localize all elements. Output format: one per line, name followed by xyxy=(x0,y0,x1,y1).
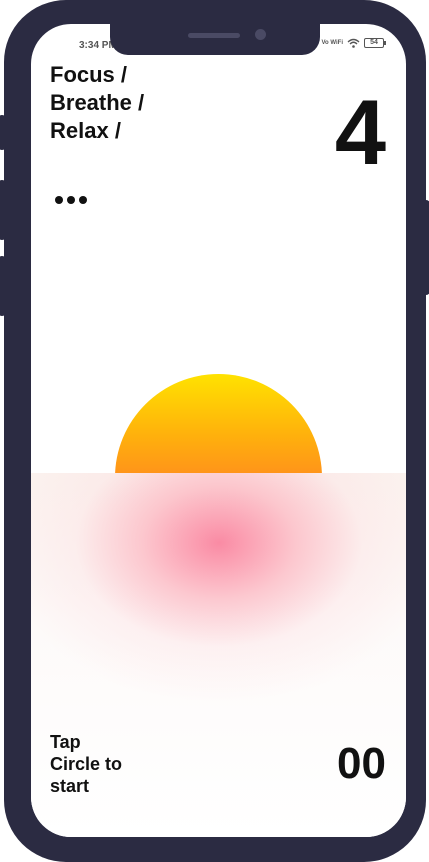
breath-count: 4 xyxy=(334,82,386,184)
title-relax[interactable]: Relax / xyxy=(50,118,121,144)
status-icons: Vo WiFi 54 xyxy=(321,38,386,48)
battery-icon: 54 xyxy=(364,38,386,48)
session-timer: 00 xyxy=(337,739,386,788)
speaker-grille xyxy=(188,33,240,38)
phone-frame: 3:34 PM Vo WiFi 54 Focus / Breathe / Rel… xyxy=(0,0,429,862)
title-breathe[interactable]: Breathe / xyxy=(50,90,144,116)
hint-circle: Circle to xyxy=(50,754,123,774)
side-button-volume-down xyxy=(0,256,6,316)
dot xyxy=(55,196,63,204)
side-button-volume-up xyxy=(0,180,6,240)
more-dots-icon[interactable] xyxy=(55,196,87,204)
dot xyxy=(67,196,75,204)
side-button-mute xyxy=(0,115,6,150)
vowifi-label: Vo WiFi xyxy=(321,40,344,46)
camera-icon xyxy=(255,29,266,40)
hint-start: start xyxy=(50,776,90,796)
app-screen: 3:34 PM Vo WiFi 54 Focus / Breathe / Rel… xyxy=(31,24,406,837)
hint-tap: Tap xyxy=(50,732,81,752)
phone-notch xyxy=(110,24,320,55)
wifi-icon xyxy=(347,38,360,48)
dot xyxy=(79,196,87,204)
title-focus[interactable]: Focus / xyxy=(50,62,127,88)
side-button-power xyxy=(422,200,429,295)
